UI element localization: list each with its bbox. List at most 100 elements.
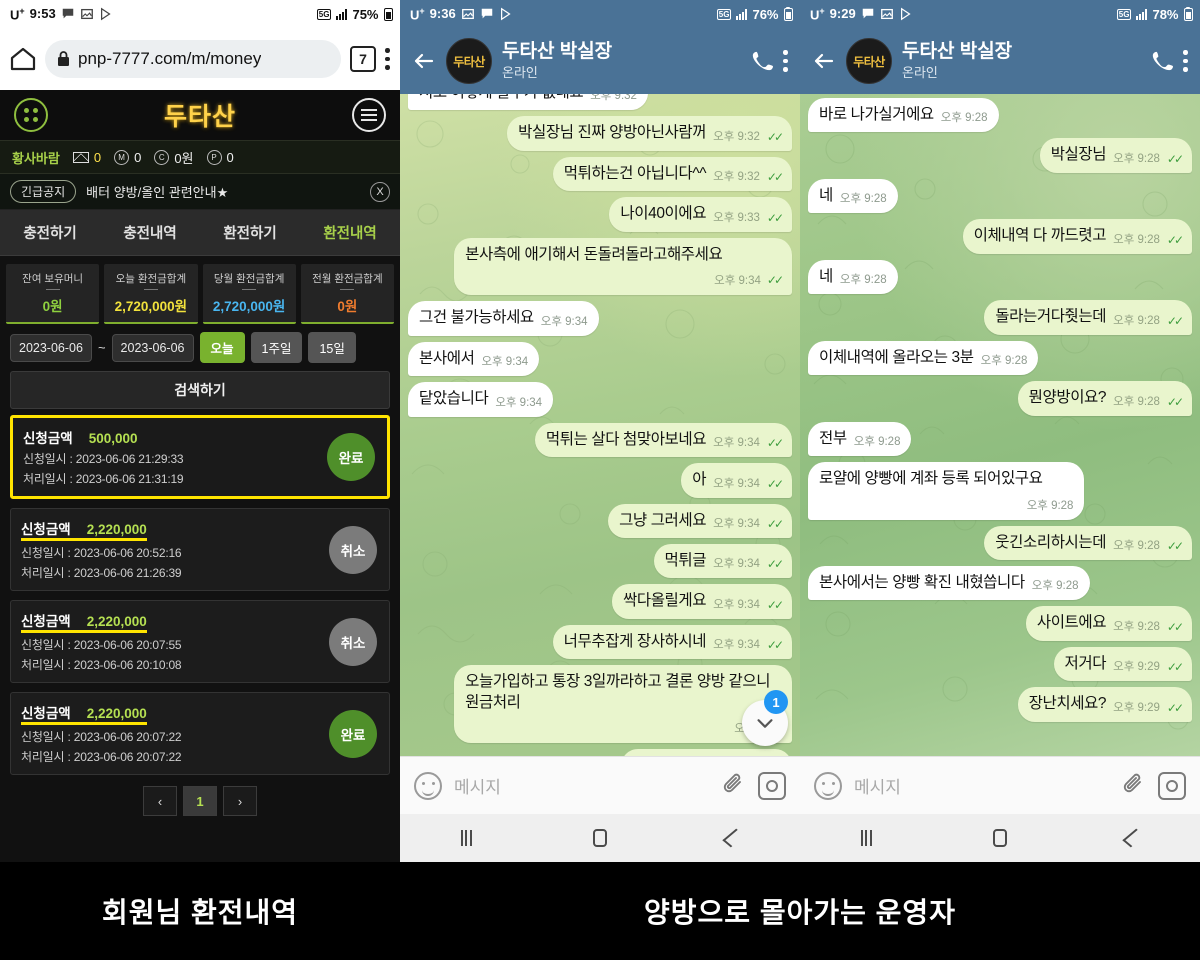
message-input[interactable]: 메시지 bbox=[854, 773, 1110, 798]
search-button[interactable]: 검색하기 bbox=[10, 371, 390, 409]
phone-icon[interactable] bbox=[1151, 50, 1173, 72]
home-icon[interactable] bbox=[10, 47, 36, 71]
apps-grid-icon[interactable] bbox=[14, 98, 48, 132]
avatar[interactable]: 두타산 bbox=[846, 38, 892, 84]
hamburger-menu-icon[interactable] bbox=[352, 98, 386, 132]
message-time: 오후 9:29 bbox=[1113, 701, 1160, 714]
status-time: 9:29 bbox=[829, 6, 856, 22]
message-time: 오후 9:28 bbox=[839, 193, 887, 206]
avatar[interactable]: 두타산 bbox=[446, 38, 492, 84]
date-from-input[interactable]: 2023-06-06 bbox=[10, 333, 92, 362]
chat-messages-mid[interactable]: 서로 이렇게 할수가 없네요 오후 9:32 박실장님 진짜 양방아닌사람꺼 오… bbox=[400, 94, 800, 756]
browser-menu-icon[interactable] bbox=[385, 48, 390, 70]
envelope-icon bbox=[72, 151, 89, 163]
emoji-icon[interactable] bbox=[814, 771, 842, 800]
quick-filter-15days[interactable]: 15일 bbox=[308, 332, 356, 363]
quick-filter-week[interactable]: 1주일 bbox=[250, 332, 303, 363]
amount-label: 신청금액 bbox=[23, 431, 73, 446]
recents-icon[interactable] bbox=[860, 830, 872, 846]
tab-charge-history[interactable]: 충전내역 bbox=[100, 222, 200, 243]
message-text: 먹튀하는건 아닙니다^^ bbox=[563, 164, 707, 182]
list-item: 그건 불가능하세요 오후 9:34 bbox=[408, 301, 792, 336]
message-text: 오늘가입하고 통장 3일까라하고 결론 양방 같으니 원금처리 bbox=[465, 673, 771, 711]
emoji-icon[interactable] bbox=[414, 771, 442, 800]
table-row[interactable]: 신청금액 2,220,000 신청일시 : 2023-06-06 20:07:5… bbox=[10, 600, 390, 683]
list-item: 이게 말입니까? 오후 9:35 bbox=[408, 749, 792, 756]
pagination-prev[interactable]: ‹ bbox=[143, 786, 177, 816]
message-bubble-me: 아 오후 9:34 ✓✓ bbox=[681, 463, 792, 498]
message-text: 바로 나가실거에요 bbox=[819, 106, 934, 123]
tab-exchange[interactable]: 환전하기 bbox=[200, 222, 300, 243]
chat-messages-right[interactable]: 바로 나가실거에요 오후 9:28 박실장님 오후 9:28 ✓✓ 네 오후 9… bbox=[800, 94, 1200, 756]
back-arrow-icon[interactable] bbox=[412, 49, 436, 73]
battery-percent: 75% bbox=[352, 6, 379, 22]
message-text: 웃긴소리하시는데 bbox=[995, 533, 1107, 551]
recents-icon[interactable] bbox=[460, 830, 472, 846]
home-nav-icon[interactable] bbox=[592, 829, 607, 847]
summary-value: 2,720,000원 bbox=[114, 299, 188, 314]
back-nav-icon[interactable] bbox=[1122, 828, 1145, 848]
notice-banner: 긴급공지 배터 양방/올인 관련안내★ X bbox=[0, 174, 400, 210]
message-time: 오후 9:28 bbox=[839, 274, 887, 287]
attachment-icon[interactable] bbox=[1122, 773, 1146, 799]
message-text: 나이40이에요 bbox=[620, 205, 707, 223]
home-nav-icon[interactable] bbox=[992, 829, 1007, 847]
message-bubble-me: 웃긴소리하시는데 오후 9:28 ✓✓ bbox=[984, 525, 1192, 560]
table-row[interactable]: 신청금액 500,000 신청일시 : 2023-06-06 21:29:33 … bbox=[10, 415, 390, 499]
amount-value: 2,220,000 bbox=[86, 614, 147, 629]
message-time: 오후 9:32 bbox=[713, 171, 760, 184]
tab-count-button[interactable]: 7 bbox=[350, 46, 376, 72]
scroll-to-bottom-button[interactable]: 1 bbox=[742, 690, 788, 746]
attachment-icon[interactable] bbox=[722, 773, 746, 799]
stat-messages[interactable]: 0 bbox=[72, 150, 101, 165]
read-receipt-icon: ✓✓ bbox=[1166, 394, 1184, 409]
message-text: 뭔양방이요? bbox=[1028, 389, 1107, 407]
camera-icon[interactable] bbox=[1158, 771, 1186, 800]
message-time: 오후 9:28 bbox=[1113, 620, 1160, 633]
summary-label: 전월 환전금합계 bbox=[312, 273, 383, 285]
read-receipt-icon: ✓✓ bbox=[766, 557, 784, 572]
message-text: 먹튀글 bbox=[664, 551, 707, 569]
read-receipt-icon: ✓✓ bbox=[766, 170, 784, 185]
pagination-page-1[interactable]: 1 bbox=[183, 786, 217, 816]
table-row[interactable]: 신청금액 2,220,000 신청일시 : 2023-06-06 20:52:1… bbox=[10, 508, 390, 591]
back-arrow-icon[interactable] bbox=[812, 49, 836, 73]
requested-at: 신청일시 : 2023-06-06 21:29:33 bbox=[23, 452, 184, 466]
stat-points[interactable]: P0 bbox=[206, 149, 234, 165]
tab-exchange-history[interactable]: 환전내역 bbox=[300, 222, 400, 243]
chat-menu-icon[interactable] bbox=[1183, 50, 1188, 72]
signal-bars-icon bbox=[336, 8, 348, 20]
pagination-next[interactable]: › bbox=[223, 786, 257, 816]
quick-filter-today[interactable]: 오늘 bbox=[199, 332, 245, 363]
summary-card-balance: 잔여 보유머니 0원 bbox=[6, 264, 100, 324]
android-nav-bar-mid bbox=[400, 814, 800, 862]
message-time: 오후 9:34 bbox=[713, 598, 760, 611]
date-to-input[interactable]: 2023-06-06 bbox=[111, 333, 194, 362]
message-time: 오후 9:34 bbox=[481, 356, 529, 369]
tab-charge[interactable]: 충전하기 bbox=[0, 222, 100, 243]
stat-money[interactable]: M0 bbox=[114, 149, 141, 165]
status-badge: 완료 bbox=[327, 433, 375, 481]
stat-cash[interactable]: C 0원 bbox=[154, 148, 194, 167]
url-bar[interactable]: pnp-7777.com/m/money bbox=[45, 40, 341, 78]
back-nav-icon[interactable] bbox=[722, 828, 745, 848]
p-badge-icon: P bbox=[206, 149, 222, 165]
date-filter-row: 2023-06-06 ~ 2023-06-06 오늘 1주일 15일 bbox=[0, 328, 400, 369]
amount-value: 2,220,000 bbox=[86, 706, 147, 721]
chat-menu-icon[interactable] bbox=[783, 50, 788, 72]
message-time: 오후 9:29 bbox=[1113, 661, 1160, 674]
table-row[interactable]: 신청금액 2,220,000 신청일시 : 2023-06-06 20:07:2… bbox=[10, 692, 390, 775]
signal-bars-icon bbox=[1136, 8, 1148, 20]
list-item: 이체내역에 올라오는 3분 오후 9:28 bbox=[808, 340, 1192, 376]
message-bubble-them: 네 오후 9:28 bbox=[808, 178, 898, 214]
close-icon[interactable]: X bbox=[370, 181, 390, 202]
message-input[interactable]: 메시지 bbox=[454, 773, 710, 798]
message-time: 오후 9:34 bbox=[540, 315, 588, 328]
chat-header-mid: 두타산 두타산 박실장 온라인 bbox=[400, 28, 800, 94]
message-stack-mid: 서로 이렇게 할수가 없네요 오후 9:32 박실장님 진짜 양방아닌사람꺼 오… bbox=[400, 94, 800, 756]
message-bubble-me: 본사측에 애기해서 돈돌려돌라고해주세요 오후 9:34 ✓✓ bbox=[454, 237, 792, 296]
phone-icon[interactable] bbox=[751, 50, 773, 72]
notice-text[interactable]: 배터 양방/올인 관련안내★ bbox=[86, 182, 360, 201]
camera-icon[interactable] bbox=[758, 771, 786, 800]
chat-presence-status: 온라인 bbox=[502, 65, 538, 81]
